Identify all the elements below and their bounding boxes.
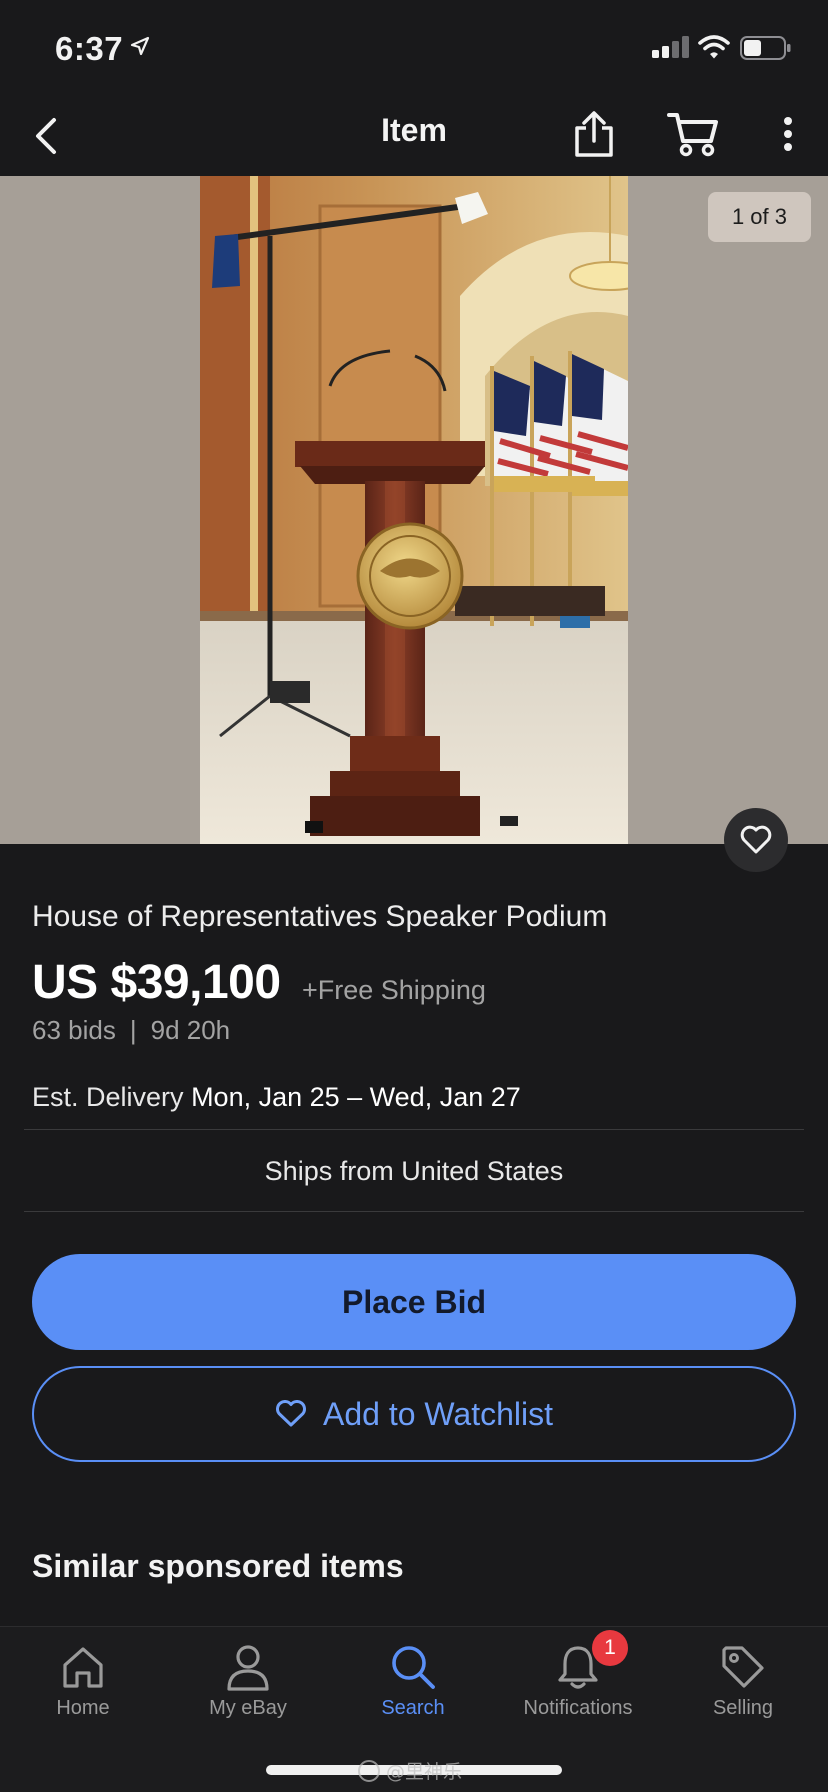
cart-button[interactable]: [665, 106, 721, 162]
battery-icon: [740, 36, 791, 60]
estimated-delivery: Est. Delivery Mon, Jan 25 – Wed, Jan 27: [32, 1082, 521, 1113]
tab-my-ebay[interactable]: My eBay: [165, 1627, 331, 1737]
place-bid-button[interactable]: Place Bid: [32, 1254, 796, 1350]
item-price: US $39,100: [32, 956, 281, 1009]
divider: [24, 1129, 804, 1130]
delivery-dates: Mon, Jan 25 – Wed, Jan 27: [191, 1082, 521, 1112]
more-options-button[interactable]: [770, 106, 806, 162]
more-vertical-icon: [784, 117, 792, 151]
heart-icon: [740, 825, 772, 854]
tab-search-label: Search: [381, 1697, 445, 1719]
share-icon: [575, 111, 613, 157]
chevron-left-icon: [36, 118, 56, 154]
watermark-text: @里神乐: [386, 1761, 462, 1783]
similar-items-heading: Similar sponsored items: [32, 1548, 404, 1584]
tab-notifications[interactable]: Notifications: [495, 1627, 661, 1737]
person-icon: [227, 1645, 269, 1691]
divider: [24, 1211, 804, 1212]
tab-search[interactable]: Search: [330, 1627, 496, 1737]
bids-separator: |: [129, 1015, 137, 1045]
tab-notifications-label: Notifications: [523, 1697, 633, 1719]
image-gallery[interactable]: 1 of 3: [0, 176, 828, 844]
cart-icon: [667, 113, 718, 157]
item-photo[interactable]: [200, 176, 628, 844]
watermark: @里神乐: [358, 1760, 462, 1783]
home-icon: [63, 1647, 103, 1688]
nav-bar: Item: [0, 96, 828, 176]
tab-selling[interactable]: Selling: [660, 1627, 826, 1737]
tab-home-label: Home: [56, 1697, 110, 1719]
notification-badge: 1: [592, 1630, 628, 1666]
search-icon: [392, 1646, 435, 1689]
time-left: 9d 20h: [150, 1015, 231, 1045]
shipping-info: +Free Shipping: [302, 975, 486, 1005]
share-button[interactable]: [570, 106, 618, 162]
podium-photo-illustration: [200, 176, 628, 844]
tab-home[interactable]: Home: [0, 1627, 166, 1737]
wifi-icon: [698, 35, 730, 59]
signal-icon: [652, 36, 689, 58]
status-bar: 6:37: [0, 0, 828, 96]
location-arrow-icon: [130, 36, 150, 56]
image-counter: 1 of 3: [707, 192, 811, 242]
add-to-watchlist-label: Add to Watchlist: [322, 1395, 553, 1432]
tab-selling-label: Selling: [712, 1697, 774, 1719]
add-to-watchlist-button[interactable]: Add to Watchlist: [32, 1366, 796, 1462]
ships-from: Ships from United States: [264, 1156, 564, 1186]
item-title: House of Representatives Speaker Podium: [32, 900, 608, 933]
back-button[interactable]: [26, 112, 66, 160]
heart-icon: [276, 1400, 306, 1427]
tab-my-ebay-label: My eBay: [209, 1697, 287, 1719]
bids-row: 63 bids | 9d 20h: [32, 1015, 230, 1046]
bid-count[interactable]: 63 bids: [32, 1015, 116, 1045]
status-time: 6:37: [55, 30, 124, 67]
delivery-label: Est. Delivery: [32, 1082, 184, 1112]
tag-icon: [722, 1646, 764, 1688]
watch-heart-button[interactable]: [724, 808, 788, 872]
